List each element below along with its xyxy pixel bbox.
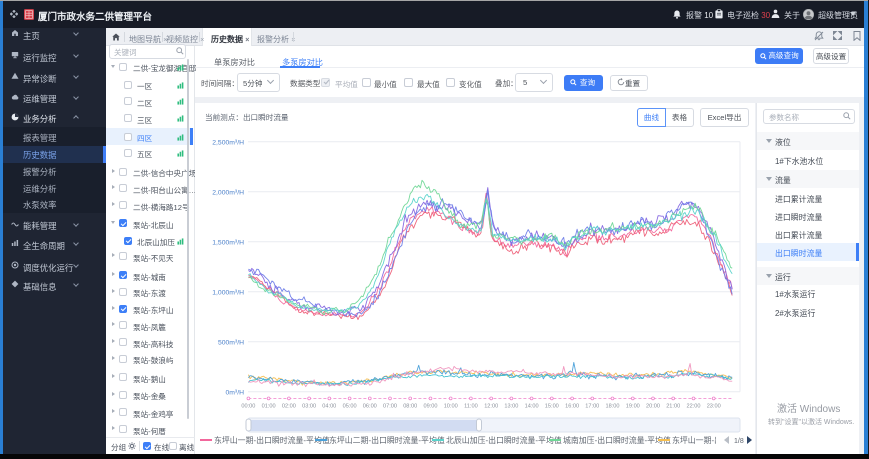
svg-text:08:00: 08:00 <box>403 404 417 410</box>
svg-text:15:00: 15:00 <box>545 404 559 410</box>
svg-text:05:00: 05:00 <box>343 404 357 410</box>
svg-text:02:00: 02:00 <box>282 404 296 410</box>
svg-text:11:00: 11:00 <box>464 404 478 410</box>
svg-text:13:00: 13:00 <box>504 404 518 410</box>
svg-text:18:00: 18:00 <box>606 404 620 410</box>
svg-text:03:00: 03:00 <box>302 404 316 410</box>
svg-text:01:00: 01:00 <box>262 404 276 410</box>
svg-text:500m³/H: 500m³/H <box>218 339 244 346</box>
svg-text:城南加压-出口瞬时流量-平均值: 城南加压-出口瞬时流量-平均值 <box>563 435 671 445</box>
svg-text:1/8: 1/8 <box>734 438 744 445</box>
svg-text:06:00: 06:00 <box>363 404 377 410</box>
svg-text:22:00: 22:00 <box>687 404 701 410</box>
svg-text:20:00: 20:00 <box>646 404 660 410</box>
svg-text:00:00: 00:00 <box>241 404 255 410</box>
svg-text:19:00: 19:00 <box>626 404 640 410</box>
svg-text:17:00: 17:00 <box>585 404 599 410</box>
svg-text:09:00: 09:00 <box>424 404 438 410</box>
svg-text:东坪山二期-出口瞬时流量-平均值: 东坪山二期-出口瞬时流量-平均值 <box>329 435 445 445</box>
svg-text:东坪山一期-出口瞬时流量-平均值: 东坪山一期-出口瞬时流量-平均值 <box>214 435 330 445</box>
svg-text:21:00: 21:00 <box>666 404 680 410</box>
svg-text:1,500m³/H: 1,500m³/H <box>212 239 244 246</box>
svg-text:2,500m³/H: 2,500m³/H <box>212 139 244 146</box>
svg-text:0m³/H: 0m³/H <box>225 389 244 396</box>
svg-text:10:00: 10:00 <box>444 404 458 410</box>
svg-text:北辰山加压-出口瞬时流量-平均值: 北辰山加压-出口瞬时流量-平均值 <box>446 435 562 445</box>
svg-text:12:00: 12:00 <box>484 404 498 410</box>
svg-text:2,000m³/H: 2,000m³/H <box>212 189 244 196</box>
svg-text:07:00: 07:00 <box>383 404 397 410</box>
svg-text:23:00: 23:00 <box>707 404 721 410</box>
svg-text:16:00: 16:00 <box>565 404 579 410</box>
svg-text:04:00: 04:00 <box>322 404 336 410</box>
svg-text:1,000m³/H: 1,000m³/H <box>212 289 244 296</box>
svg-text:14:00: 14:00 <box>525 404 539 410</box>
